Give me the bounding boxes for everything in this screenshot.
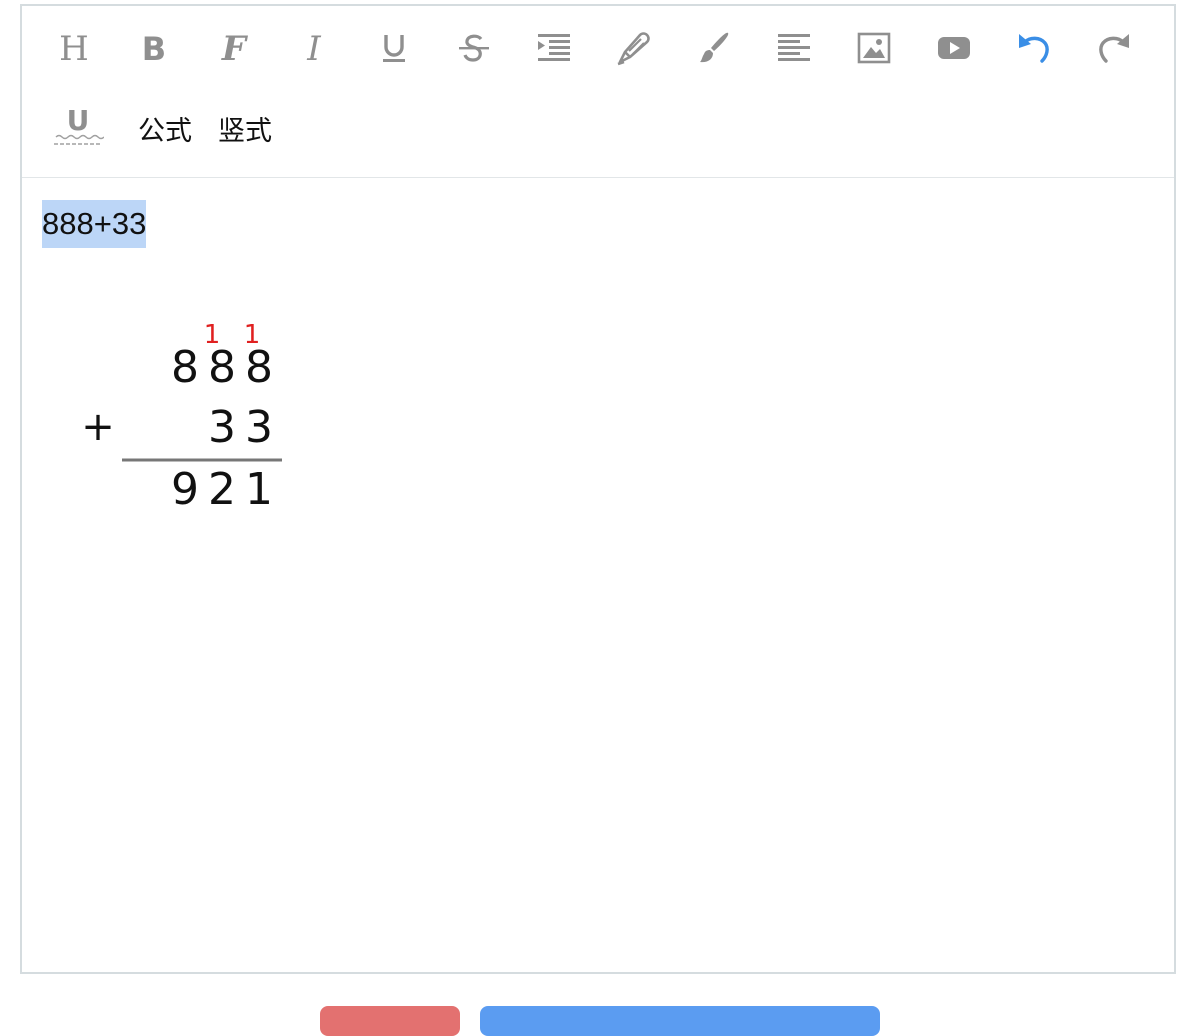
operator: + — [81, 404, 115, 450]
undo-button[interactable] — [1006, 20, 1062, 76]
redo-icon — [1099, 34, 1129, 63]
video-icon — [938, 37, 970, 59]
editor-toolbar: H B F I U 公式 竖式 — [22, 6, 1174, 178]
vertical-calculation: 1 1 888 + 33 921 — [81, 320, 282, 515]
top-number: 888 — [171, 342, 282, 393]
undo-icon — [1019, 34, 1049, 63]
formula-button[interactable]: 公式 — [138, 100, 192, 156]
wavy-underline-button[interactable]: U — [50, 100, 106, 156]
vertical-calculation-button[interactable]: 竖式 — [218, 100, 272, 156]
font-icon: F — [221, 30, 249, 66]
align-icon — [778, 34, 810, 61]
action-bar — [0, 1006, 1184, 1036]
svg-text:F: F — [221, 30, 249, 66]
strikethrough-button[interactable] — [446, 20, 502, 76]
font-button[interactable]: F — [206, 20, 262, 76]
rich-text-editor: H B F I U 公式 竖式 888+33 1 1 888 + 33 921 — [20, 4, 1176, 974]
italic-button[interactable]: I — [286, 20, 342, 76]
indent-icon — [538, 34, 570, 61]
bold-icon: B — [142, 30, 166, 66]
result-number: 921 — [171, 464, 282, 515]
paintbrush-button[interactable] — [686, 20, 742, 76]
paintbrush-icon — [700, 32, 729, 63]
formula-label: 公式 — [138, 115, 192, 147]
italic-icon: I — [306, 30, 321, 66]
bottom-number: 33 — [208, 402, 282, 453]
image-icon — [857, 32, 891, 64]
confirm-button[interactable] — [480, 1006, 880, 1036]
underline-button[interactable] — [366, 20, 422, 76]
image-button[interactable] — [846, 20, 902, 76]
svg-text:U: U — [67, 104, 90, 137]
heading-icon: H — [59, 30, 89, 66]
svg-text:I: I — [306, 30, 321, 66]
vertical-label: 竖式 — [218, 115, 272, 147]
bold-button[interactable]: B — [126, 20, 182, 76]
highlighter-icon — [617, 32, 650, 66]
heading-button[interactable]: H — [46, 20, 102, 76]
indent-button[interactable] — [526, 20, 582, 76]
redo-button[interactable] — [1086, 20, 1142, 76]
editor-content[interactable]: 888 +33 1 1 888 + 33 921 — [22, 178, 1174, 972]
cancel-button[interactable] — [320, 1006, 460, 1036]
wavy-underline-icon: U — [54, 104, 104, 145]
underline-icon — [383, 35, 405, 62]
svg-text:H: H — [59, 30, 89, 66]
video-button[interactable] — [926, 20, 982, 76]
highlighter-button[interactable] — [606, 20, 662, 76]
strikethrough-icon — [459, 34, 489, 62]
svg-text:B: B — [142, 30, 166, 66]
align-button[interactable] — [766, 20, 822, 76]
